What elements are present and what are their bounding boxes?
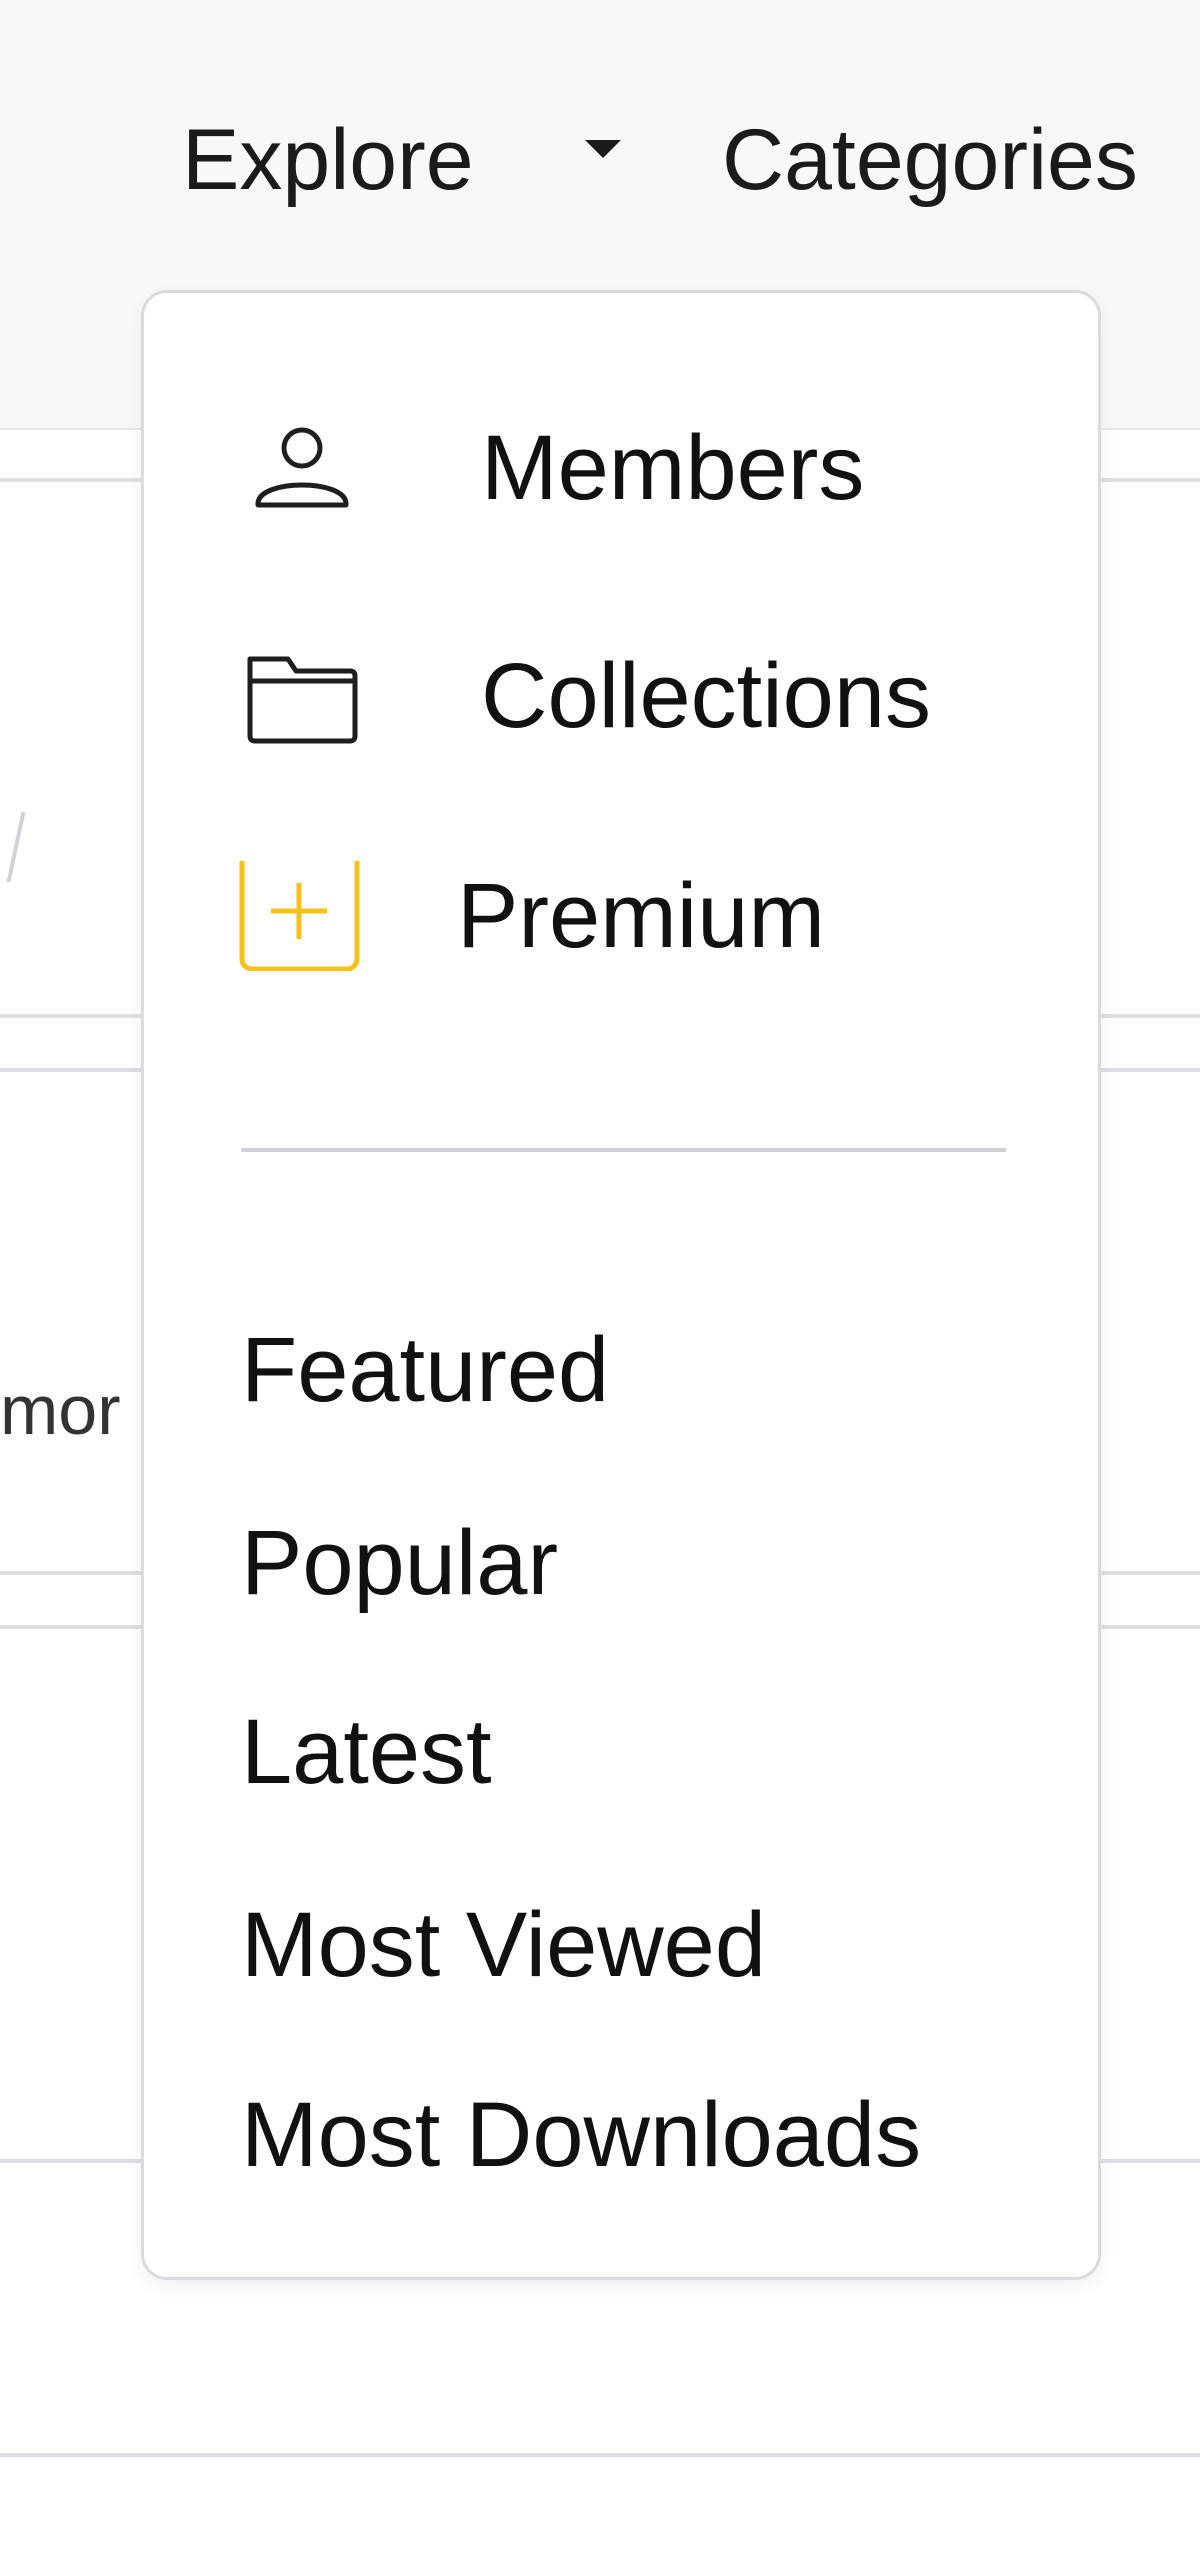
page: ed Explore Categories mor Members	[0, 0, 1200, 2550]
menu-item-label: Collections	[481, 645, 931, 747]
plus-square-icon	[238, 861, 366, 971]
background-text-fragment: mor	[0, 1371, 121, 1449]
menu-item-label: Premium	[457, 865, 826, 967]
menu-item-label: Members	[481, 417, 865, 519]
user-icon	[238, 413, 366, 523]
menu-item-premium[interactable]: Premium	[144, 861, 1098, 971]
menu-item-most-downloads[interactable]: Most Downloads	[241, 2080, 921, 2190]
menu-item-popular[interactable]: Popular	[241, 1508, 558, 1618]
menu-item-latest[interactable]: Latest	[241, 1697, 492, 1807]
nav-item-explore[interactable]: Explore	[182, 110, 474, 210]
menu-item-members[interactable]: Members	[144, 413, 1098, 523]
folder-icon	[238, 641, 366, 751]
menu-item-featured[interactable]: Featured	[241, 1315, 609, 1425]
nav-item-categories[interactable]: Categories	[722, 110, 1138, 210]
caret-down-icon[interactable]	[585, 140, 621, 158]
menu-item-collections[interactable]: Collections	[144, 641, 1098, 751]
menu-divider	[241, 1148, 1006, 1152]
menu-item-most-viewed[interactable]: Most Viewed	[241, 1890, 766, 2000]
background-fragment-mark	[0, 812, 26, 882]
explore-dropdown-menu: Members Collections Premium Featured Pop…	[141, 290, 1101, 2280]
content-divider	[0, 2453, 1200, 2457]
